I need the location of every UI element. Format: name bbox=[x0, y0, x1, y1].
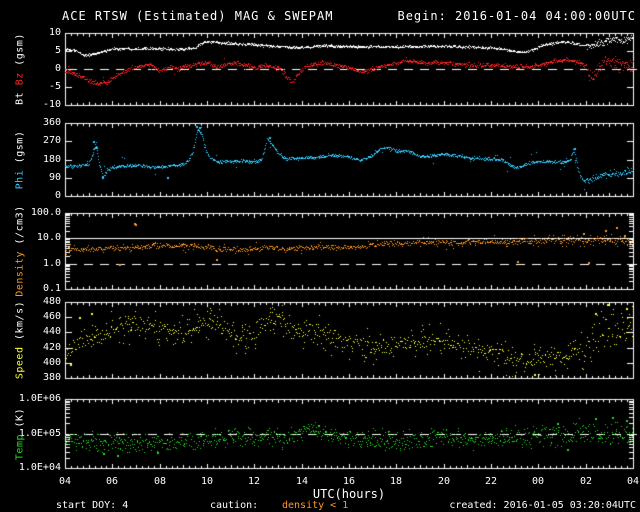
y-axis-label-phi: Phi (gsm) bbox=[15, 130, 26, 189]
x-tick-label: 10 bbox=[200, 476, 214, 487]
y-tick-label: 0 bbox=[54, 190, 61, 201]
y-axis-label-part: Density bbox=[14, 244, 26, 297]
y-axis-label-density: Density (/cm3) bbox=[15, 205, 26, 296]
x-tick-label: 08 bbox=[153, 476, 167, 487]
x-axis-title: UTC(hours) bbox=[312, 487, 386, 501]
footer-created: created: 2016-01-05 03:20:04UTC bbox=[449, 500, 636, 511]
x-tick-label: 14 bbox=[295, 476, 309, 487]
y-axis-label-part: (gsm) bbox=[14, 130, 26, 163]
y-axis-label-part: (/cm3) bbox=[14, 205, 26, 245]
x-tick-label: 00 bbox=[531, 476, 545, 487]
y-axis-label-part: (K) bbox=[14, 407, 26, 427]
x-tick-label: 20 bbox=[437, 476, 451, 487]
y-axis-label-speed: Speed (km/s) bbox=[15, 301, 26, 379]
x-tick-label: 04 bbox=[58, 476, 72, 487]
axis-labels-layer: 10 5 0 -5 -10 Bt Bz (gsm) 360 270 180 90 0 Phi (gsm… bbox=[0, 0, 640, 512]
x-tick-label: 02 bbox=[579, 476, 593, 487]
y-axis-label-part: Phi bbox=[14, 162, 26, 189]
footer-caution-value: density < 1 bbox=[282, 500, 349, 511]
x-tick-label: 04 bbox=[626, 476, 640, 487]
x-tick-label: 18 bbox=[389, 476, 403, 487]
y-axis-label-part: Bz bbox=[14, 65, 26, 86]
y-axis-label-temp: Temp (K) bbox=[15, 407, 26, 459]
y-tick-label: 360 bbox=[42, 117, 61, 128]
x-tick-label: 16 bbox=[342, 476, 356, 487]
footer-caution-label: caution: bbox=[210, 500, 259, 511]
footer-start-doy: start DOY: 4 bbox=[56, 500, 129, 511]
y-axis-label-part: Temp bbox=[14, 426, 26, 460]
y-axis-label-mag-bt-bz: Bt Bz (gsm) bbox=[15, 33, 26, 105]
x-tick-label: 06 bbox=[105, 476, 119, 487]
ace-rtsw-plot: ACE RTSW (Estimated) MAG & SWEPAM Begin:… bbox=[0, 0, 640, 512]
y-tick-label: 1.0E+04 bbox=[18, 462, 61, 473]
y-axis-label-part: Speed bbox=[14, 340, 26, 380]
y-axis-label-part: (km/s) bbox=[14, 300, 26, 340]
y-axis-label-part: (gsm) bbox=[14, 33, 26, 66]
x-tick-label: 12 bbox=[247, 476, 261, 487]
y-axis-label-part: Bt bbox=[14, 85, 26, 105]
y-tick-label: 1.0E+06 bbox=[18, 393, 61, 404]
x-tick-label: 22 bbox=[484, 476, 498, 487]
